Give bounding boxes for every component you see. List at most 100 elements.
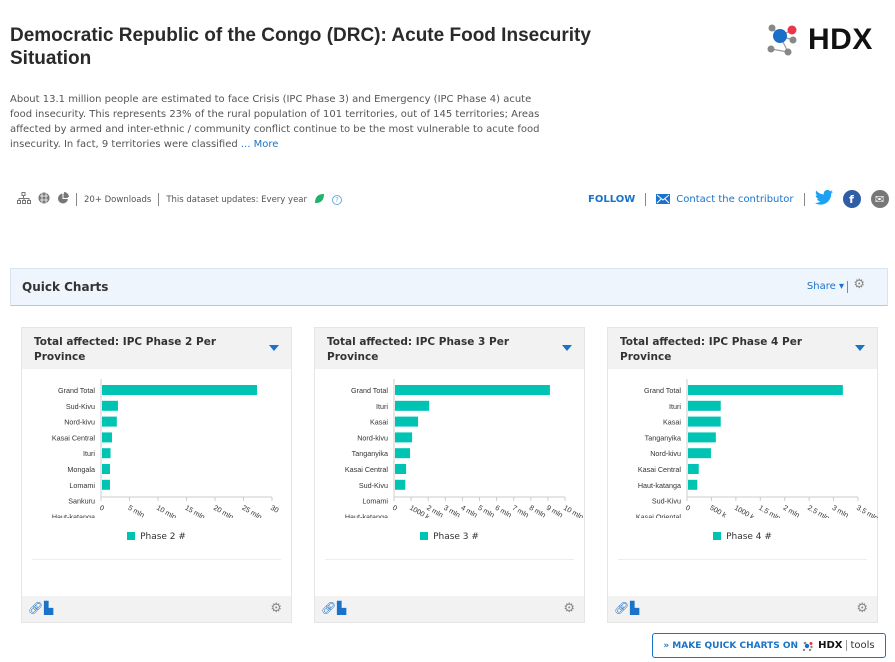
x-tick-label: 10 mln xyxy=(155,503,178,518)
category-label: Lomami xyxy=(362,497,388,506)
tools-label: tools xyxy=(846,640,875,651)
bar xyxy=(688,400,721,411)
embed-document-icon[interactable]: ▙ xyxy=(337,601,346,615)
contact-label: Contact the contributor xyxy=(676,193,794,205)
legend-swatch xyxy=(713,532,722,540)
x-tick-label: 0 xyxy=(684,503,692,513)
bar-chart: Grand Total Sud-Kivu Nord-kivu Kasai Centra… xyxy=(52,379,280,518)
pie-chart-icon[interactable] xyxy=(57,192,69,207)
bar xyxy=(102,464,110,474)
x-tick-label: 2.5 mln xyxy=(806,503,831,518)
category-label: Haut-katanga xyxy=(638,481,681,490)
x-tick-label: 15 mln xyxy=(184,503,207,518)
embed-document-icon[interactable]: ▙ xyxy=(44,601,53,615)
make-label: » MAKE QUICK CHARTS ON xyxy=(663,640,799,651)
hdx-brand: HDX xyxy=(818,640,843,651)
legend-swatch xyxy=(127,532,136,540)
divider xyxy=(76,193,77,206)
caret-down-icon: ▾ xyxy=(838,281,844,292)
chart-card-footer: 🔗︎ ▙ ⚙ xyxy=(315,596,584,622)
link-icon[interactable]: 🔗︎ xyxy=(28,601,43,615)
legend-label: Phase 4 # xyxy=(726,532,772,542)
category-label: Haut-katanga xyxy=(52,512,95,518)
category-label: Haut-katanga xyxy=(345,512,388,518)
x-tick-label: 30 xyxy=(269,503,280,515)
quick-charts-header: Quick Charts Share ▾ ⚙ xyxy=(10,268,888,306)
category-label: Kasai Central xyxy=(638,465,682,474)
category-label: Grand Total xyxy=(644,386,681,395)
category-label: Lomami xyxy=(69,481,95,490)
globe-icon[interactable] xyxy=(38,192,50,207)
legend-label: Phase 2 # xyxy=(140,532,186,542)
chart-card-header: Total affected: IPC Phase 4 Per Province xyxy=(608,328,877,369)
gear-icon[interactable]: ⚙ xyxy=(853,277,865,292)
sitemap-icon[interactable] xyxy=(17,192,31,207)
facebook-icon[interactable]: f xyxy=(842,190,861,208)
more-link[interactable]: ... More xyxy=(241,139,279,150)
bar-chart: Grand Total Ituri Kasai Tanganyika Nord-kivu… xyxy=(636,379,878,518)
category-label: Nord-kivu xyxy=(64,418,95,427)
divider xyxy=(645,192,647,206)
chart-title: Total affected: IPC Phase 3 Per Province xyxy=(327,336,509,363)
category-label: Tanganyika xyxy=(352,449,388,458)
bar xyxy=(395,432,413,443)
bar xyxy=(688,416,721,427)
chart-menu-caret-icon[interactable] xyxy=(562,345,572,351)
x-tick-label: 0 xyxy=(391,503,399,513)
category-label: Kasai xyxy=(370,418,388,427)
dataset-description: About 13.1 million people are estimated … xyxy=(10,92,540,152)
bar xyxy=(102,385,258,395)
chart-card: Total affected: IPC Phase 2 Per Province… xyxy=(21,327,292,623)
chart-legend[interactable]: Phase 3 # xyxy=(315,532,584,542)
contact-contributor-link[interactable]: Contact the contributor xyxy=(656,193,794,205)
twitter-icon[interactable] xyxy=(814,189,833,208)
chart-menu-caret-icon[interactable] xyxy=(269,345,279,351)
x-tick-label: 10 mln xyxy=(562,503,585,518)
legend-swatch xyxy=(420,532,429,540)
link-icon[interactable]: 🔗︎ xyxy=(321,601,336,615)
make-quick-charts-button[interactable]: » MAKE QUICK CHARTS ON HDX tools xyxy=(652,633,886,658)
x-tick-label: 5 mln xyxy=(127,503,147,518)
divider xyxy=(618,559,867,560)
category-label: Kasai Central xyxy=(52,433,96,442)
bar xyxy=(688,448,711,459)
x-tick-label: 20 mln xyxy=(212,503,235,518)
hdx-network-icon xyxy=(802,641,813,651)
gear-icon[interactable]: ⚙ xyxy=(270,601,282,616)
help-icon[interactable]: ? xyxy=(332,194,343,205)
chart-legend[interactable]: Phase 4 # xyxy=(608,532,877,542)
chart-card: Total affected: IPC Phase 4 Per Province… xyxy=(607,327,878,623)
gear-icon[interactable]: ⚙ xyxy=(856,601,868,616)
bar xyxy=(395,479,406,490)
bar xyxy=(395,385,550,395)
share-dropdown[interactable]: Share ▾ xyxy=(807,281,844,292)
bar xyxy=(102,432,112,443)
gear-icon[interactable]: ⚙ xyxy=(563,601,575,616)
follow-button[interactable]: FOLLOW xyxy=(588,194,635,205)
share-label: Share xyxy=(806,281,836,292)
link-icon[interactable]: 🔗︎ xyxy=(614,601,629,615)
bar xyxy=(102,400,118,411)
divider xyxy=(32,559,281,560)
page-title: Democratic Republic of the Congo (DRC): … xyxy=(10,25,591,69)
bar xyxy=(395,400,430,411)
x-tick-label: 2 mln xyxy=(782,503,802,518)
hdx-logo[interactable]: HDX xyxy=(766,22,873,58)
logo-text: HDX xyxy=(808,23,873,56)
chart-card-footer: 🔗︎ ▙ ⚙ xyxy=(608,596,877,622)
dataset-meta: 20+ Downloads This dataset updates: Ever… xyxy=(17,192,343,207)
embed-document-icon[interactable]: ▙ xyxy=(630,601,639,615)
update-frequency: This dataset updates: Every year xyxy=(166,194,308,205)
category-label: Ituri xyxy=(376,402,388,411)
chart-menu-caret-icon[interactable] xyxy=(855,345,865,351)
chart-card: Total affected: IPC Phase 3 Per Province… xyxy=(314,327,585,623)
divider xyxy=(325,559,574,560)
category-label: Sankuru xyxy=(68,497,95,506)
email-icon[interactable]: ✉ xyxy=(870,190,889,208)
divider xyxy=(158,193,160,206)
bar xyxy=(688,464,699,474)
chart-legend[interactable]: Phase 2 # xyxy=(22,532,291,542)
x-tick-label: 25 mln xyxy=(241,503,264,518)
category-label: Ituri xyxy=(83,449,95,458)
category-label: Sud-Kivu xyxy=(652,497,681,506)
